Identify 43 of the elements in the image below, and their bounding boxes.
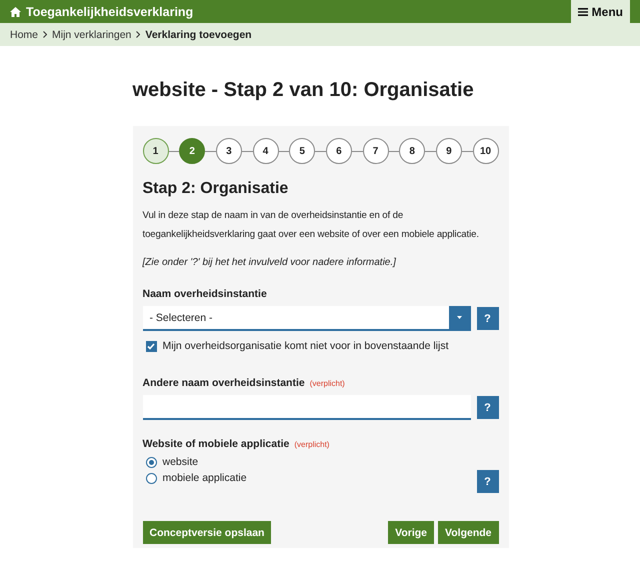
- previous-button[interactable]: Vorige: [388, 521, 434, 544]
- help-button[interactable]: ?: [476, 307, 498, 330]
- step-indicator[interactable]: 10: [472, 138, 499, 164]
- step-indicator[interactable]: 6: [326, 138, 352, 164]
- next-button[interactable]: Volgende: [438, 521, 498, 544]
- page-title: website - Stap 2 van 10: Organisatie: [132, 79, 475, 102]
- home-link[interactable]: Toegankelijkheidsverklaring: [0, 0, 194, 23]
- radio-label: website: [162, 456, 198, 468]
- note-text: [Zie onder '?' bij het het invulveld voor nadere informatie.]: [142, 257, 397, 268]
- checkbox-label: Mijn overheidsorganisatie komt niet voor in bovenstaande lijst: [162, 340, 448, 352]
- help-button[interactable]: ?: [476, 470, 498, 493]
- step-indicator[interactable]: 9: [436, 138, 462, 164]
- step-indicator[interactable]: 3: [216, 138, 242, 164]
- help-button[interactable]: ?: [476, 396, 498, 419]
- checkbox[interactable]: [146, 340, 156, 352]
- field-label: Naam overheidsinstantie: [142, 288, 267, 300]
- input-field[interactable]: [142, 395, 470, 420]
- breadcrumb-item: Verklaring toevoegen: [145, 28, 252, 40]
- menu-button[interactable]: Menu: [570, 0, 630, 23]
- intro-text: Vul in deze stap de naam in van de overheidsinstantie en of de toegankelijkheidsverklaring gaat over een website of over een mobiele applicatie.: [142, 209, 480, 242]
- required-note: (verplicht): [294, 440, 330, 449]
- step-heading: Stap 2: Organisatie: [142, 180, 290, 198]
- organisation-dropdown[interactable]: - Selecteren -: [142, 306, 470, 331]
- required-note: (verplicht): [310, 379, 345, 388]
- step-indicator[interactable]: 1: [142, 138, 168, 164]
- field-label: Andere naam overheidsinstantie: [142, 377, 305, 389]
- breadcrumb-item[interactable]: Mijn verklaringen: [52, 28, 132, 40]
- radio-button[interactable]: [146, 472, 156, 484]
- chevron-icon: [43, 31, 48, 38]
- breadcrumb-item[interactable]: Home: [10, 28, 38, 40]
- step-indicator[interactable]: 4: [252, 138, 279, 164]
- step-indicator[interactable]: 8: [399, 138, 426, 164]
- save-draft-button[interactable]: Conceptversie opslaan: [142, 521, 272, 544]
- step-indicator[interactable]: 5: [289, 138, 316, 164]
- radio-button[interactable]: [146, 456, 156, 468]
- chevron-icon: [136, 31, 140, 38]
- caret-icon: [457, 316, 462, 319]
- step-indicator[interactable]: 2: [179, 138, 206, 164]
- home-icon: [10, 6, 21, 16]
- menu-icon: [578, 8, 588, 16]
- step-indicator[interactable]: 7: [362, 138, 389, 164]
- radio-label: mobiele applicatie: [162, 472, 247, 484]
- field-label: Website of mobiele applicatie: [142, 438, 290, 450]
